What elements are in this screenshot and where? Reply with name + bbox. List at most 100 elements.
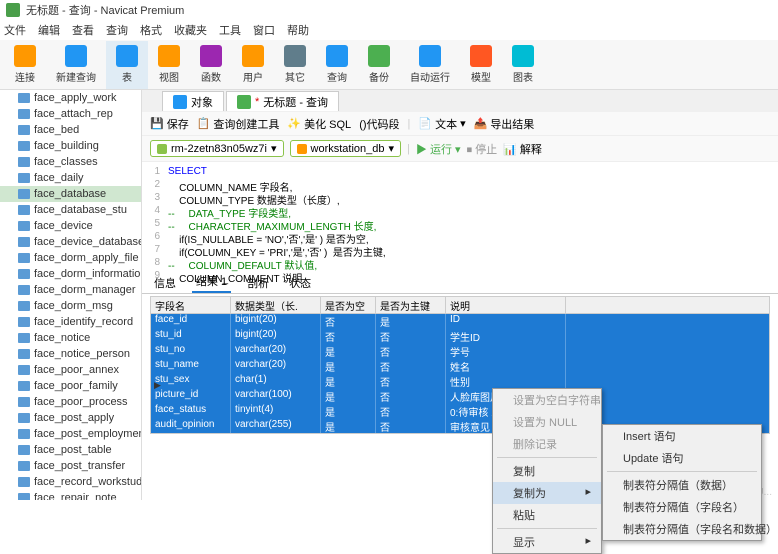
tool-表[interactable]: 表: [106, 41, 148, 89]
tool-视图[interactable]: 视图: [148, 41, 190, 89]
table-row[interactable]: stu_namevarchar(20)是否姓名: [150, 359, 770, 374]
tool-图表[interactable]: 图表: [502, 41, 544, 89]
menu-item[interactable]: Insert 语句: [603, 425, 761, 447]
tool-用户[interactable]: 用户: [232, 41, 274, 89]
tree-item[interactable]: face_post_employmen: [0, 426, 141, 442]
tool-icon: [284, 45, 306, 67]
tab-info[interactable]: 信息: [150, 273, 180, 293]
server-selector[interactable]: rm-2zetn83n05wz7i ▾: [150, 140, 284, 157]
titlebar: 无标题 - 查询 - Navicat Premium: [0, 0, 778, 20]
column-header[interactable]: 字段名: [151, 297, 231, 313]
tree-item[interactable]: face_post_apply: [0, 410, 141, 426]
tree-item[interactable]: face_device_database: [0, 234, 141, 250]
menu-item[interactable]: 制表符分隔值（字段名）: [603, 496, 761, 518]
tool-查询[interactable]: 查询: [316, 41, 358, 89]
table-icon: [18, 461, 30, 471]
tree-item[interactable]: face_dorm_apply_file: [0, 250, 141, 266]
tool-备份[interactable]: 备份: [358, 41, 400, 89]
tree-item[interactable]: face_identify_record: [0, 314, 141, 330]
table-icon: [18, 413, 30, 423]
menu-item[interactable]: 制表符分隔值（字段名和数据）: [603, 518, 761, 540]
text-button[interactable]: 📄 文本 ▾: [418, 116, 465, 132]
menu-item[interactable]: 文件: [4, 22, 26, 38]
grid-header: 字段名数据类型（长.是否为空是否为主键说明: [150, 296, 770, 314]
menu-item[interactable]: 工具: [219, 22, 241, 38]
tree-item[interactable]: face_database: [0, 186, 141, 202]
menu-item[interactable]: 收藏夹: [174, 22, 207, 38]
menubar: 文件编辑查看查询格式收藏夹工具窗口帮助: [0, 20, 778, 40]
tab-query[interactable]: *无标题 - 查询: [226, 91, 339, 111]
segment-button[interactable]: ()代码段: [359, 116, 399, 132]
tab-objects[interactable]: 对象: [162, 91, 224, 111]
tree-item[interactable]: face_poor_process: [0, 394, 141, 410]
sql-editor[interactable]: 1SELECT2 COLUMN_NAME 字段名,3 COLUMN_TYPE 数…: [142, 162, 778, 272]
table-icon: [18, 285, 30, 295]
export-button[interactable]: 📤 导出结果: [474, 116, 535, 132]
tree-item[interactable]: face_notice: [0, 330, 141, 346]
tree-item[interactable]: face_dorm_manager: [0, 282, 141, 298]
tree-item[interactable]: face_post_transfer: [0, 458, 141, 474]
tool-连接[interactable]: 连接: [4, 41, 46, 89]
current-row-marker: ▶: [154, 380, 161, 391]
table-icon: [18, 445, 30, 455]
menu-item[interactable]: 查询: [106, 22, 128, 38]
table-icon: [18, 173, 30, 183]
menu-item[interactable]: 查看: [72, 22, 94, 38]
column-header[interactable]: 说明: [446, 297, 566, 313]
tab-result[interactable]: 结果 1: [192, 271, 231, 293]
menu-item[interactable]: Update 语句: [603, 447, 761, 469]
app-icon: [6, 3, 20, 17]
tab-status[interactable]: 状态: [285, 273, 315, 293]
tool-其它[interactable]: 其它: [274, 41, 316, 89]
tool-icon: [470, 45, 492, 67]
tree-item[interactable]: face_poor_family: [0, 378, 141, 394]
run-button[interactable]: ▶ 运行 ▾: [416, 141, 461, 157]
menu-item[interactable]: 编辑: [38, 22, 60, 38]
tree-item[interactable]: face_dorm_information: [0, 266, 141, 282]
tab-analyze[interactable]: 剖析: [243, 273, 273, 293]
tree-item[interactable]: face_apply_work: [0, 90, 141, 106]
tree-item[interactable]: face_building: [0, 138, 141, 154]
beautify-button[interactable]: ✨ 美化 SQL: [287, 116, 351, 132]
menu-item: 设置为 NULL: [493, 411, 601, 433]
menu-item[interactable]: 复制为▸: [493, 482, 601, 504]
tool-icon: [326, 45, 348, 67]
column-header[interactable]: 数据类型（长.: [231, 297, 321, 313]
menu-item[interactable]: 制表符分隔值（数据）: [603, 474, 761, 496]
column-header[interactable]: 是否为空: [321, 297, 376, 313]
tree-item[interactable]: face_database_stu: [0, 202, 141, 218]
tree-item[interactable]: face_post_table: [0, 442, 141, 458]
menu-item[interactable]: 显示▸: [493, 531, 601, 553]
tool-函数[interactable]: 函数: [190, 41, 232, 89]
tool-模型[interactable]: 模型: [460, 41, 502, 89]
menu-item[interactable]: 帮助: [287, 22, 309, 38]
tree-item[interactable]: face_classes: [0, 154, 141, 170]
tree-item[interactable]: face_attach_rep: [0, 106, 141, 122]
tree-item[interactable]: face_poor_annex: [0, 362, 141, 378]
table-row[interactable]: picture_idvarchar(100)是否人脸库图片ID: [150, 389, 770, 404]
tree-item[interactable]: face_repair_note: [0, 490, 141, 500]
save-button[interactable]: 💾 保存: [150, 116, 189, 132]
database-selector[interactable]: workstation_db ▾: [290, 140, 402, 157]
table-row[interactable]: stu_sexchar(1)是否性别: [150, 374, 770, 389]
tree-item[interactable]: face_daily: [0, 170, 141, 186]
tool-新建查询[interactable]: 新建查询: [46, 41, 106, 89]
table-row[interactable]: face_statustinyint(4)是否0:待审核 1：已通过: [150, 404, 770, 419]
table-row[interactable]: stu_idbigint(20)否否学生ID: [150, 329, 770, 344]
menu-item[interactable]: 窗口: [253, 22, 275, 38]
column-header[interactable]: 是否为主键: [376, 297, 446, 313]
tree-item[interactable]: face_device: [0, 218, 141, 234]
table-row[interactable]: stu_novarchar(20)是否学号: [150, 344, 770, 359]
table-row[interactable]: face_idbigint(20)否是ID: [150, 314, 770, 329]
tree-item[interactable]: face_dorm_msg: [0, 298, 141, 314]
query-tool-button[interactable]: 📋 查询创建工具: [197, 116, 280, 132]
menu-item[interactable]: 格式: [140, 22, 162, 38]
tree-item[interactable]: face_bed: [0, 122, 141, 138]
tool-自动运行[interactable]: 自动运行: [400, 41, 460, 89]
menu-item[interactable]: 复制: [493, 460, 601, 482]
menu-item[interactable]: 粘贴: [493, 504, 601, 526]
explain-button[interactable]: 📊 解释: [503, 141, 542, 157]
tree-item[interactable]: face_record_workstudy: [0, 474, 141, 490]
tree-item[interactable]: face_notice_person: [0, 346, 141, 362]
stop-button[interactable]: ⏹ 停止: [467, 141, 498, 157]
